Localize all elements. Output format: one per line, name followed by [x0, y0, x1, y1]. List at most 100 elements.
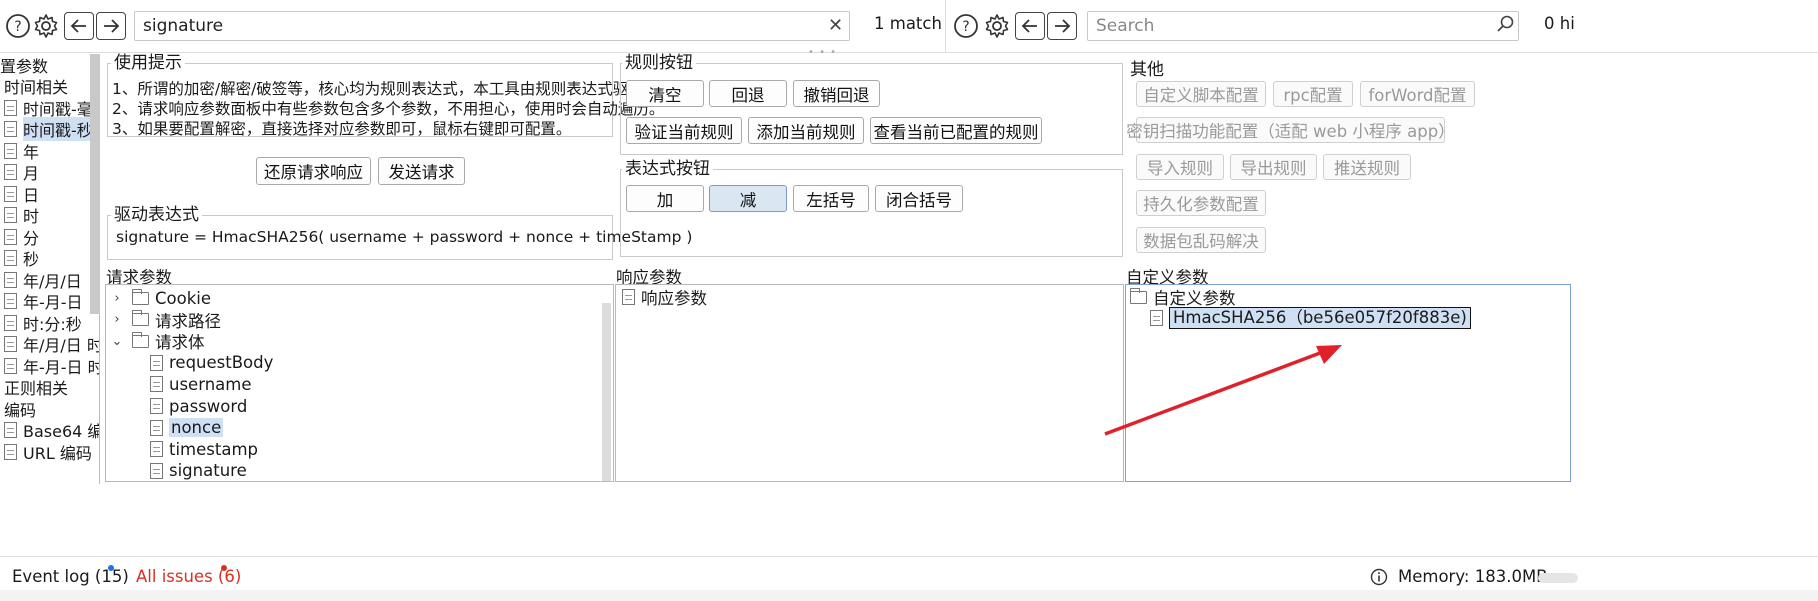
restore-request-button[interactable]: 还原请求响应 [256, 157, 371, 185]
sidebar-item[interactable]: 年/月/日 [4, 269, 82, 291]
document-icon [4, 443, 17, 460]
sidebar-item[interactable]: 时:分:秒 [4, 312, 82, 334]
add-rule-button[interactable]: 添加当前规则 [748, 117, 864, 144]
sidebar-scrollbar[interactable] [90, 54, 100, 314]
devtools-toolbar: ? ✕ 1 match ? 0 hi [0, 0, 1818, 53]
sidebar-item[interactable]: 年 [4, 140, 39, 162]
left-paren-button[interactable]: 左括号 [793, 185, 869, 212]
persist-params-button[interactable]: 持久化参数配置 [1136, 190, 1266, 216]
view-rules-button[interactable]: 查看当前已配置的规则 [870, 117, 1042, 144]
tree-node-selected[interactable]: HmacSHA256（be56e057f20f883e) [1150, 306, 1471, 330]
info-icon [1370, 568, 1388, 586]
tree-scrollbar[interactable] [602, 303, 611, 481]
custom-script-button[interactable]: 自定义脚本配置 [1136, 81, 1266, 107]
tree-node[interactable]: ⌄ 请求体 [110, 329, 205, 353]
search-field[interactable] [1096, 16, 1518, 36]
sidebar-item-label: 年 [23, 142, 40, 162]
tree-node[interactable]: 响应参数 [622, 285, 707, 309]
search-input-right[interactable] [1087, 11, 1519, 41]
folder-icon [132, 288, 149, 305]
sidebar-item[interactable]: 时间戳-秒 [4, 117, 93, 142]
tree-node[interactable]: nonce [150, 416, 224, 440]
node-label: username [169, 374, 252, 394]
chevron-down-icon[interactable]: ⌄ [110, 334, 124, 349]
splitter-handle[interactable]: • • • [808, 47, 837, 58]
sidebar-item[interactable]: 年/月/日 时 [4, 334, 100, 356]
clear-button[interactable]: 清空 [626, 80, 704, 107]
document-icon [4, 185, 17, 202]
sidebar-item[interactable]: Base64 编 [4, 420, 99, 441]
sidebar-item-label: 编码 [4, 400, 37, 420]
sidebar-item[interactable]: URL 编码 [4, 441, 92, 463]
folder-icon [132, 331, 149, 348]
search-input-left[interactable] [134, 11, 850, 41]
driver-expression[interactable]: signature = HmacSHA256( username + passw… [116, 228, 692, 246]
event-log-dot [108, 565, 114, 571]
document-icon [4, 357, 17, 374]
sidebar-item-label: 年/月/日 时 [23, 336, 100, 356]
tree-node[interactable]: username [150, 372, 252, 396]
document-icon [622, 289, 635, 305]
sidebar-item[interactable]: 年-月-日 时 [4, 355, 99, 377]
tree-node[interactable]: timestamp [150, 437, 258, 461]
background-strip [0, 590, 1818, 601]
push-rules-button[interactable]: 推送规则 [1323, 154, 1411, 180]
arrow-right-icon[interactable] [1047, 12, 1077, 40]
search-field[interactable] [143, 16, 849, 36]
tree-node[interactable]: requestBody [150, 351, 273, 375]
sidebar-item[interactable]: 秒 [4, 248, 39, 269]
sidebar-item[interactable]: 编码 [4, 398, 36, 420]
tree-node[interactable]: › Cookie [110, 286, 211, 310]
chevron-right-icon[interactable]: › [110, 291, 124, 306]
export-rules-button[interactable]: 导出规则 [1230, 154, 1317, 180]
document-icon [150, 462, 163, 479]
sidebar-item-label: 分 [23, 228, 40, 248]
search-icon[interactable] [1496, 15, 1514, 33]
document-icon [4, 336, 17, 353]
plus-button[interactable]: 加 [626, 185, 704, 212]
document-icon [4, 293, 17, 310]
arrow-right-icon[interactable] [96, 12, 126, 40]
sidebar-item[interactable]: 时间戳-毫 [4, 97, 93, 119]
driver-title: 驱动表达式 [111, 205, 202, 225]
tips-title: 使用提示 [111, 53, 185, 73]
gear-icon[interactable] [981, 10, 1013, 42]
clear-search-icon[interactable]: ✕ [828, 15, 843, 36]
forword-config-button[interactable]: forWord配置 [1360, 81, 1475, 107]
sidebar-item[interactable]: 正则相关 [4, 377, 68, 398]
undo-back-button[interactable]: 撤销回退 [793, 80, 880, 107]
garbled-fix-button[interactable]: 数据包乱码解决 [1136, 227, 1266, 253]
sidebar-item[interactable]: 置参数 [0, 54, 48, 76]
sidebar-item[interactable]: 月 [4, 162, 39, 183]
sidebar-item[interactable]: 分 [4, 226, 39, 248]
tree-node[interactable]: › 请求路径 [110, 308, 221, 332]
key-scan-config-button[interactable]: 密钥扫描功能配置（适配 web 小程序 app） [1126, 117, 1455, 143]
node-label: 请求路径 [155, 311, 221, 331]
rule-buttons-title: 规则按钮 [622, 53, 696, 73]
minus-button[interactable]: 减 [709, 185, 787, 212]
sidebar-item-label: 时间戳-毫 [23, 99, 93, 119]
help-icon[interactable]: ? [950, 10, 982, 42]
gear-icon[interactable] [30, 10, 62, 42]
sidebar-item[interactable]: 时 [4, 205, 39, 226]
node-label: HmacSHA256（be56e057f20f883e) [1169, 307, 1471, 329]
chevron-right-icon[interactable]: › [110, 312, 124, 327]
import-rules-button[interactable]: 导入规则 [1136, 154, 1224, 180]
document-icon [4, 250, 17, 267]
send-request-button[interactable]: 发送请求 [378, 157, 465, 185]
arrow-left-icon[interactable] [64, 12, 94, 40]
validate-rule-button[interactable]: 验证当前规则 [626, 117, 742, 144]
sidebar-item[interactable]: 日 [4, 183, 39, 205]
tree-node[interactable]: signature [150, 459, 247, 483]
arrow-left-icon[interactable] [1015, 12, 1045, 40]
document-icon [150, 419, 163, 436]
sidebar-item[interactable]: 年-月-日 [4, 291, 83, 312]
rpc-config-button[interactable]: rpc配置 [1273, 81, 1353, 107]
document-icon [4, 228, 17, 245]
close-paren-button[interactable]: 闭合括号 [875, 185, 963, 212]
back-button[interactable]: 回退 [709, 80, 787, 107]
sidebar-item-label: URL 编码 [23, 443, 92, 463]
sidebar-item[interactable]: 时间相关 [4, 76, 68, 97]
tree-node[interactable]: password [150, 394, 247, 418]
tips-line-3: 3、如果要配置解密，直接选择对应参数即可，鼠标右键即可配置。 [112, 120, 572, 138]
